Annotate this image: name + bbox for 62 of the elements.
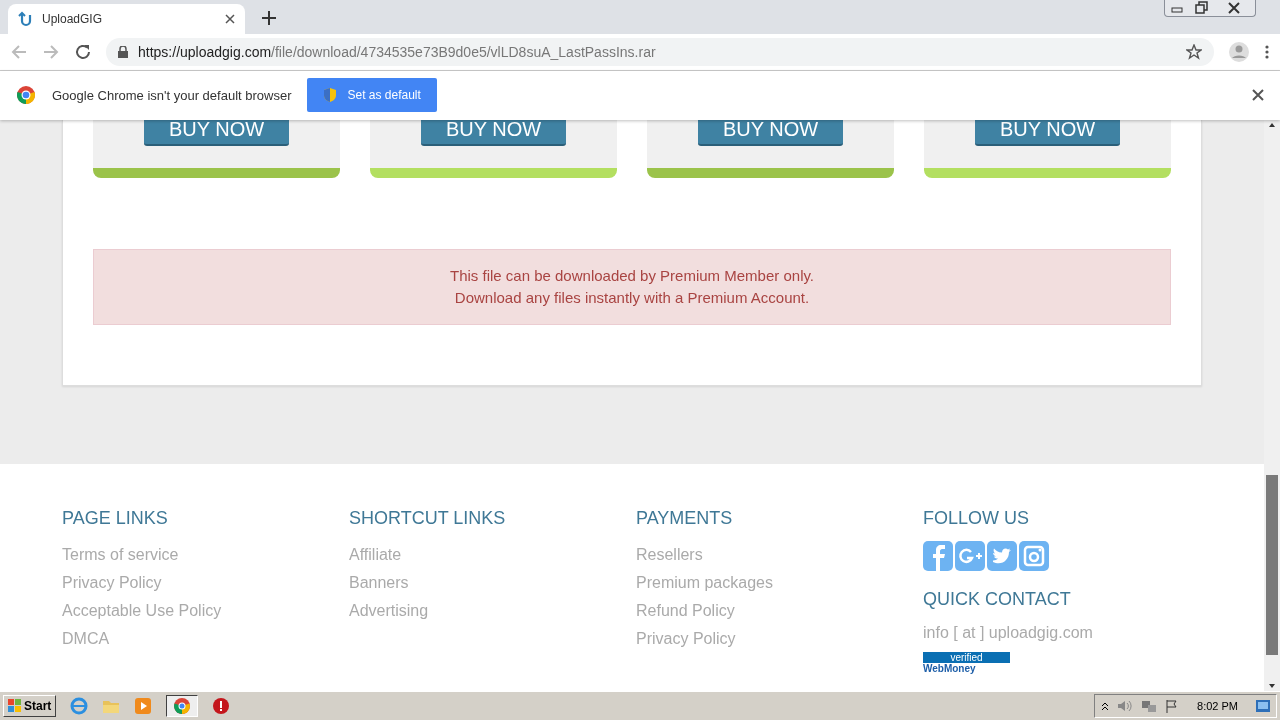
footer-link[interactable]: Acceptable Use Policy xyxy=(62,597,341,626)
browser-tab[interactable]: UploadGIG xyxy=(8,3,245,34)
chrome-logo-icon[interactable] xyxy=(173,697,192,716)
close-icon[interactable] xyxy=(225,13,235,24)
back-icon[interactable] xyxy=(10,42,28,61)
buy-now-button[interactable]: BUY NOW xyxy=(144,119,289,146)
footer-link[interactable]: Advertising xyxy=(349,597,628,626)
media-player-icon[interactable] xyxy=(134,697,153,716)
footer-heading: PAYMENTS xyxy=(636,508,734,530)
flag-icon[interactable] xyxy=(1165,699,1180,714)
star-icon[interactable] xyxy=(1186,43,1202,60)
footer-link[interactable]: Privacy Policy xyxy=(636,625,915,654)
footer-link[interactable]: Refund Policy xyxy=(636,597,915,626)
stop-icon[interactable] xyxy=(212,697,231,716)
google-plus-icon[interactable] xyxy=(955,541,985,572)
profile-avatar-icon[interactable] xyxy=(1228,40,1250,63)
forward-icon[interactable] xyxy=(42,42,60,61)
chrome-logo-icon xyxy=(16,85,36,106)
footer-heading: FOLLOW US xyxy=(923,508,1030,530)
address-bar[interactable]: https://uploadgig.com/file/download/4734535e73B9d0e5/vlLD8suA_LastPassIns.rar xyxy=(106,37,1214,66)
set-default-button[interactable]: Set as default xyxy=(307,78,437,113)
alert-text: This file can be downloaded by Premium Member only. xyxy=(449,267,815,285)
shield-icon xyxy=(323,87,338,104)
twitter-icon[interactable] xyxy=(987,541,1017,572)
clock: 8:02 PM xyxy=(1197,700,1238,713)
close-icon[interactable] xyxy=(1252,89,1264,102)
footer-link[interactable]: Privacy Policy xyxy=(62,569,341,598)
scroll-thumb[interactable] xyxy=(1266,474,1278,655)
start-button[interactable]: Start xyxy=(3,695,57,718)
buy-now-button[interactable]: BUY NOW xyxy=(975,119,1120,146)
footer-link[interactable]: Premium packages xyxy=(636,569,915,598)
tab-title: UploadGIG xyxy=(42,11,104,26)
infobar-message: Google Chrome isn't your default browser xyxy=(52,87,292,103)
menu-icon[interactable] xyxy=(1264,43,1270,60)
footer-link[interactable]: DMCA xyxy=(62,625,341,654)
buy-now-button[interactable]: BUY NOW xyxy=(698,119,843,146)
lock-icon xyxy=(118,45,128,58)
badge-label: WebMoney xyxy=(923,663,977,675)
footer-link[interactable]: Affiliate xyxy=(349,541,628,570)
alert-text: Download any files instantly with a Premium Account. xyxy=(454,289,810,307)
scrollbar[interactable] xyxy=(1264,119,1280,692)
speaker-icon[interactable] xyxy=(1117,699,1134,714)
internet-explorer-icon[interactable] xyxy=(70,697,89,716)
footer-heading: QUICK CONTACT xyxy=(923,589,1072,611)
show-desktop-icon[interactable] xyxy=(1256,700,1270,713)
facebook-icon[interactable] xyxy=(923,541,953,572)
footer-heading: PAGE LINKS xyxy=(62,508,169,530)
webmoney-badge[interactable]: verified WebMoney xyxy=(923,652,1010,675)
camera-icon[interactable] xyxy=(1019,541,1049,572)
footer-link[interactable]: Terms of service xyxy=(62,541,341,570)
footer-heading: SHORTCUT LINKS xyxy=(349,508,507,530)
footer-link[interactable]: Banners xyxy=(349,569,628,598)
badge-label: verified xyxy=(923,652,1010,664)
windows-logo-icon xyxy=(8,699,22,714)
network-icon[interactable] xyxy=(1141,699,1158,714)
uploadgig-logo-icon xyxy=(18,10,34,27)
chevron-up-icon[interactable] xyxy=(1101,701,1110,712)
contact-email: info [ at ] uploadgig.com xyxy=(923,624,1094,643)
url-text: https://uploadgig.com/file/download/4734535e73B9d0e5/vlLD8suA_LastPassIns.rar xyxy=(138,43,657,60)
reload-icon[interactable] xyxy=(74,42,92,61)
buy-now-button[interactable]: BUY NOW xyxy=(421,119,566,146)
footer-link[interactable]: Resellers xyxy=(636,541,915,570)
